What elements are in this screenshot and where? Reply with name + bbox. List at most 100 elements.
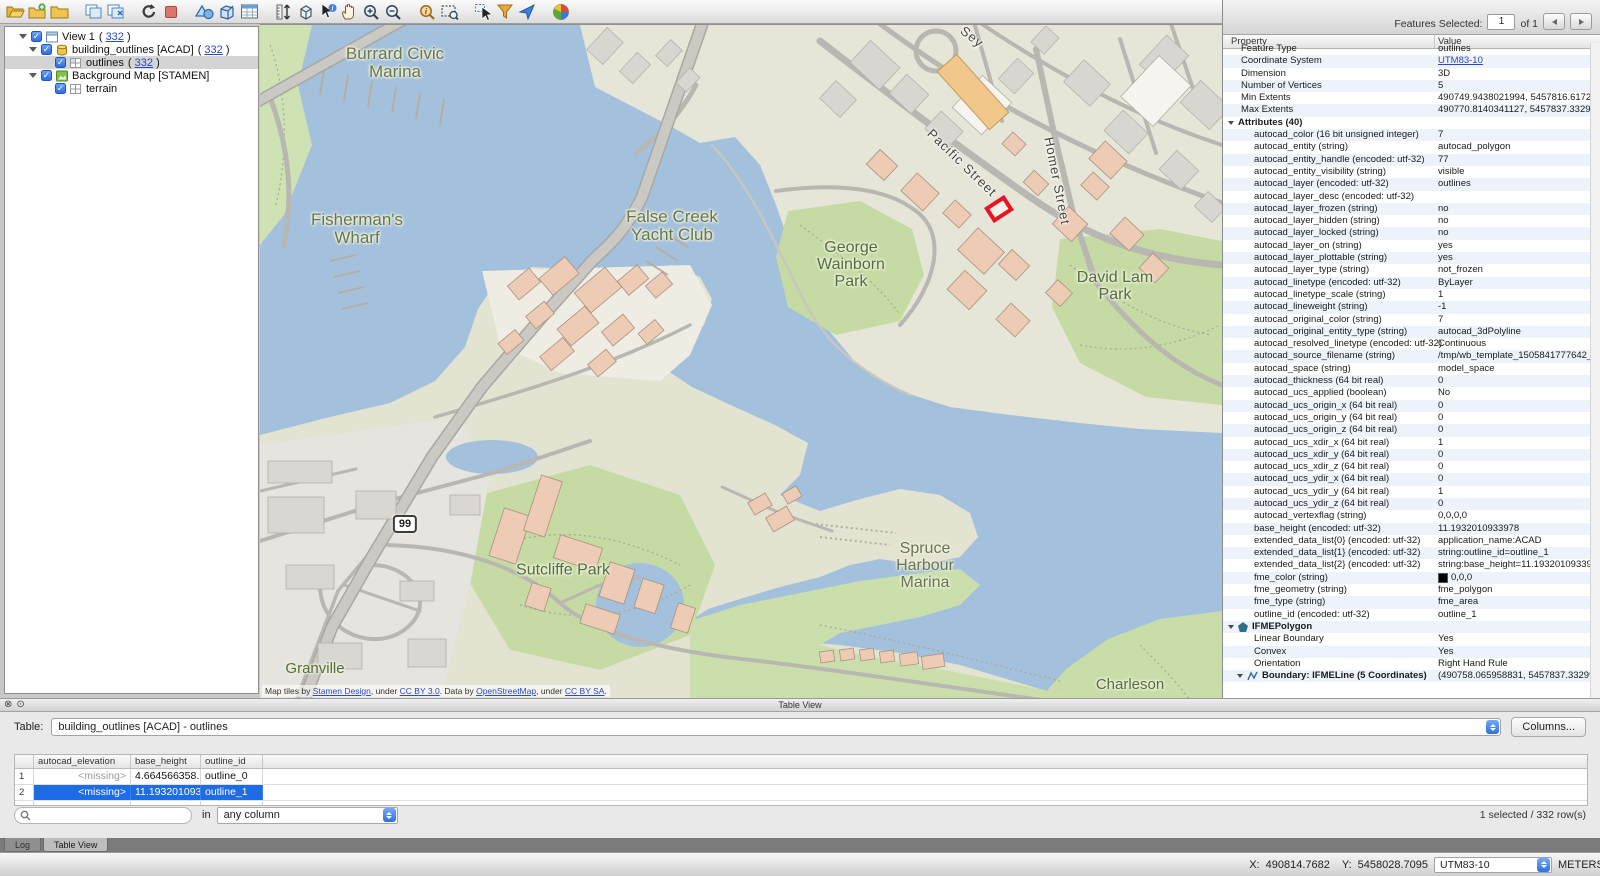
measure-button[interactable] <box>272 1 294 23</box>
property-row[interactable]: Min Extents 490749.9438021994, 5457816.61… <box>1223 92 1600 104</box>
tree-item-outlines[interactable]: ✓ outlines ( 332 ) <box>5 56 258 69</box>
property-row[interactable]: autocad_ucs_xdir_y (64 bit real) 0 <box>1223 448 1600 462</box>
column-header[interactable]: autocad_elevation <box>34 755 131 768</box>
property-row[interactable]: autocad_layer (encoded: utf-32) outlines <box>1223 178 1600 191</box>
zoom-selected-button[interactable]: i <box>416 1 438 23</box>
property-row[interactable]: autocad_original_entity_type (string) aut… <box>1223 325 1600 339</box>
table-cell[interactable]: outline_0 <box>201 769 263 784</box>
property-row[interactable]: Linear Boundary Yes <box>1223 633 1600 645</box>
table-cell[interactable]: <missing> <box>34 785 131 800</box>
zoom-window-button[interactable] <box>438 1 460 23</box>
feature-counts-button[interactable] <box>194 1 216 23</box>
property-row[interactable]: autocad_space (string) model_space <box>1223 363 1600 375</box>
table-cell[interactable]: 4.664566358... <box>131 769 201 784</box>
tree-item-building-outlines[interactable]: ✓ building_outlines [ACAD] ( 332 ) <box>5 43 258 56</box>
expander-icon[interactable] <box>29 47 37 52</box>
select-area-button[interactable] <box>472 1 494 23</box>
geometry-button[interactable] <box>216 1 238 23</box>
scrollbar[interactable] <box>1590 43 1600 698</box>
property-row[interactable]: autocad_entity_visibility (string) visibl… <box>1223 166 1600 178</box>
next-feature-button[interactable] <box>1570 13 1592 30</box>
property-row[interactable]: autocad_layer_desc (encoded: utf-32) <box>1223 191 1600 203</box>
refresh-button[interactable] <box>138 1 160 23</box>
open-dataset-button[interactable] <box>4 1 26 23</box>
orbit-3d-button[interactable] <box>294 1 316 23</box>
property-row[interactable]: autocad_layer_frozen (string) no <box>1223 202 1600 216</box>
property-row[interactable]: autocad_vertexflag (string) 0,0,0,0 <box>1223 510 1600 522</box>
openstreetmap-link[interactable]: OpenStreetMap <box>476 686 536 696</box>
coordinate-system-combo[interactable]: UTM83-10 <box>1434 856 1552 873</box>
table-row[interactable]: 1 <missing> 4.664566358... outline_0 <box>15 769 1587 785</box>
property-row[interactable]: autocad_layer_type (string) not_frozen <box>1223 264 1600 276</box>
property-row[interactable]: autocad_ucs_applied (boolean) No <box>1223 387 1600 399</box>
checkbox[interactable]: ✓ <box>41 70 52 81</box>
property-row[interactable]: autocad_source_filename (string)/tmp/wb_… <box>1223 350 1600 363</box>
table-cell[interactable]: <missing> <box>34 769 131 784</box>
property-group-row[interactable]: Boundary: IFMELine (5 Coordinates) (49075… <box>1223 670 1600 683</box>
property-row[interactable]: extended_data_list{2} (encoded: utf-32) s… <box>1223 559 1600 571</box>
property-row[interactable]: autocad_ucs_ydir_x (64 bit real) 0 <box>1223 473 1600 486</box>
checkbox[interactable]: ✓ <box>55 57 66 68</box>
map-view[interactable]: Burrard Civic Marina Fisherman's Wharf F… <box>260 24 1222 699</box>
property-row[interactable]: fme_color (string) 0,0,0 <box>1223 571 1600 585</box>
stamen-design-link[interactable]: Stamen Design <box>313 686 371 696</box>
property-row[interactable]: autocad_layer_hidden (string) no <box>1223 215 1600 227</box>
property-row[interactable]: Max Extents 490770.8140341127, 5457837.33… <box>1223 104 1600 117</box>
coordinate-system-link[interactable]: UTM83-10 <box>1438 55 1483 67</box>
property-row[interactable]: autocad_layer_plottable (string) yes <box>1223 252 1600 265</box>
expander-icon[interactable] <box>29 73 37 78</box>
checkbox[interactable]: ✓ <box>41 44 52 55</box>
checkbox[interactable]: ✓ <box>31 31 42 42</box>
table-cell[interactable]: 11.1932010933... <box>131 785 201 800</box>
table-select-combo[interactable]: building_outlines [ACAD] - outlines <box>51 718 1502 736</box>
property-row[interactable]: base_height (encoded: utf-32) 11.19320109… <box>1223 522 1600 535</box>
filter-button[interactable] <box>494 1 516 23</box>
tree-item-background-map[interactable]: ✓ Background Map [STAMEN] <box>5 69 258 82</box>
zoom-out-button[interactable] <box>382 1 404 23</box>
show-table-button[interactable] <box>238 1 260 23</box>
property-row[interactable]: autocad_linetype (encoded: utf-32) ByLaye… <box>1223 276 1600 289</box>
property-group-row[interactable]: Attributes (40) <box>1223 117 1600 129</box>
tree-item-view1[interactable]: ✓ View 1 ( 332 ) <box>5 30 258 43</box>
property-row[interactable]: autocad_layer_locked (string) no <box>1223 227 1600 240</box>
close-dataset-button[interactable] <box>48 1 70 23</box>
previous-feature-button[interactable] <box>1543 13 1565 30</box>
property-row[interactable]: Number of Vertices 5 <box>1223 79 1600 93</box>
navigate-button[interactable] <box>516 1 538 23</box>
property-row[interactable]: autocad_ucs_origin_x (64 bit real) 0 <box>1223 399 1600 412</box>
property-row[interactable]: autocad_original_color (string) 7 <box>1223 314 1600 326</box>
dropdown-stepper-icon[interactable] <box>382 808 396 822</box>
cc-by-sa-link[interactable]: CC BY SA <box>565 686 605 696</box>
feature-count-link[interactable]: 332 <box>106 31 124 43</box>
cc-by-link[interactable]: CC BY 3.0 <box>400 686 440 696</box>
property-row[interactable]: Dimension 3D <box>1223 68 1600 80</box>
columns-button[interactable]: Columns... <box>1511 717 1586 737</box>
property-group-row[interactable]: IFMEPolygon <box>1223 620 1600 634</box>
tab-table-view[interactable]: Table View <box>43 838 109 852</box>
property-row[interactable]: Orientation Right Hand Rule <box>1223 658 1600 670</box>
property-row[interactable]: autocad_ucs_ydir_z (64 bit real) 0 <box>1223 497 1600 511</box>
tree-item-terrain[interactable]: ✓ terrain <box>5 82 258 95</box>
property-row[interactable]: extended_data_list{0} (encoded: utf-32) a… <box>1223 535 1600 547</box>
property-row[interactable]: autocad_linetype_scale (string) 1 <box>1223 289 1600 301</box>
background-map-button[interactable] <box>550 1 572 23</box>
property-row[interactable]: autocad_color (16 bit unsigned integer) 7 <box>1223 129 1600 142</box>
copy-view-button[interactable] <box>82 1 104 23</box>
property-row[interactable]: autocad_entity (string) autocad_polygon <box>1223 141 1600 153</box>
column-header[interactable]: base_height <box>131 755 201 768</box>
column-filter-dropdown[interactable]: any column <box>216 806 398 824</box>
new-view-button[interactable] <box>104 1 126 23</box>
expander-icon[interactable] <box>1228 120 1234 125</box>
property-row[interactable]: autocad_entity_handle (encoded: utf-32) 7… <box>1223 153 1600 166</box>
feature-index-field[interactable]: 1 <box>1487 14 1516 30</box>
property-row[interactable]: autocad_thickness (64 bit real) 0 <box>1223 375 1600 388</box>
property-row[interactable]: autocad_ucs_xdir_x (64 bit real) 1 <box>1223 437 1600 449</box>
property-row[interactable]: autocad_ucs_origin_y (64 bit real) 0 <box>1223 412 1600 424</box>
property-row[interactable]: Convex Yes <box>1223 645 1600 658</box>
tab-log[interactable]: Log <box>4 838 42 852</box>
property-row[interactable]: autocad_ucs_ydir_y (64 bit real) 1 <box>1223 486 1600 498</box>
add-dataset-button[interactable] <box>26 1 48 23</box>
table-cell[interactable]: outline_1 <box>201 785 263 800</box>
feature-count-link[interactable]: 332 <box>204 44 222 56</box>
expander-icon[interactable] <box>19 34 27 39</box>
